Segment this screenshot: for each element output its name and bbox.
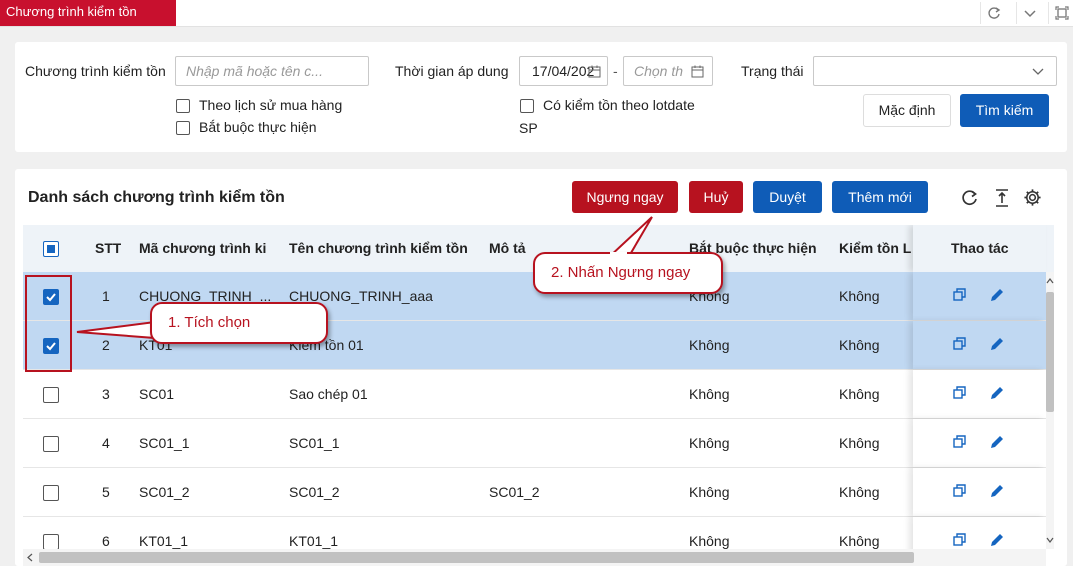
callout-step-1-text: 1. Tích chọn (168, 314, 251, 331)
callout-step-2-text: 2. Nhấn Ngưng ngay (551, 264, 691, 281)
callout-step-1: 1. Tích chọn (150, 302, 328, 344)
callout-step-2: 2. Nhấn Ngưng ngay (533, 252, 723, 294)
callout-seam-1 (156, 322, 160, 338)
callout-seam-2 (610, 252, 627, 256)
